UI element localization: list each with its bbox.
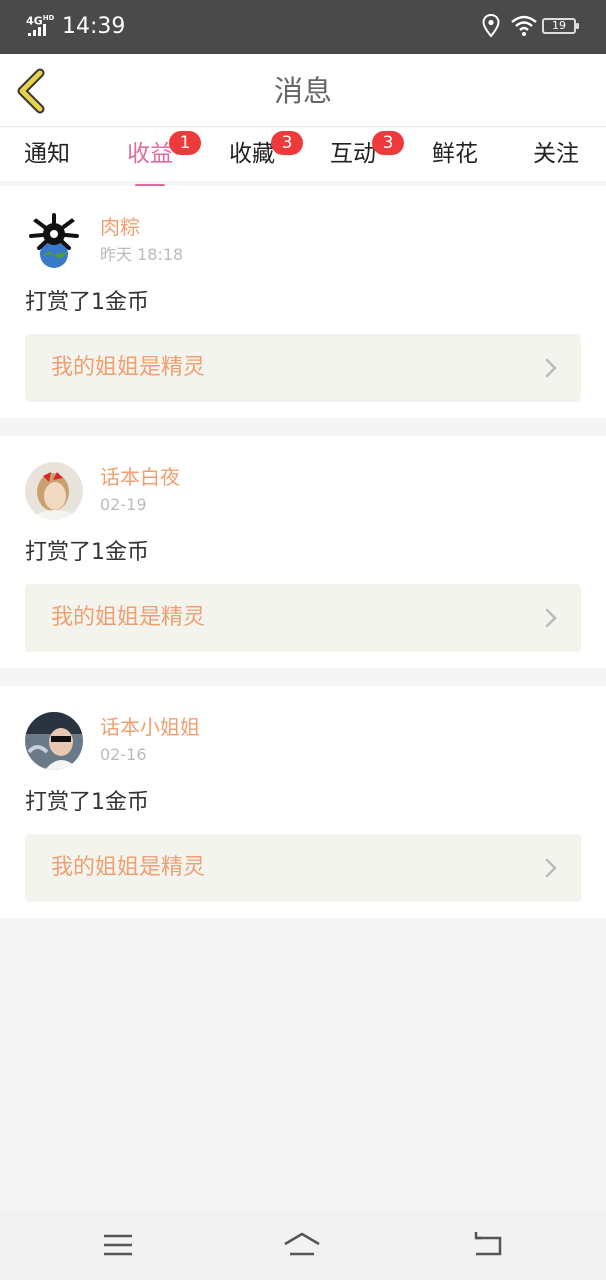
message-card: 肉粽 昨天 18:18 打赏了1金币 我的姐姐是精灵 [0,186,606,418]
system-back-button[interactable] [468,1228,508,1262]
return-icon [474,1232,502,1256]
tab-label: 收藏 [229,141,275,167]
username[interactable]: 肉粽 [100,214,140,240]
tab-label: 鲜花 [432,141,478,167]
message-time: 02-19 [100,495,147,514]
username[interactable]: 话本白夜 [100,464,180,490]
tab-label: 收益 [127,141,173,167]
tab-notifications[interactable]: 通知 [24,139,70,181]
menu-icon [104,1234,132,1256]
chevron-right-icon [545,358,557,378]
user-avatar-image [25,462,83,520]
battery-icon: 19 [542,18,579,34]
user-avatar-image [25,212,83,270]
tab-label: 通知 [24,141,70,167]
network-indicator: 4GHD [26,12,56,38]
tab-following[interactable]: 关注 [533,139,579,181]
avatar[interactable] [25,462,83,520]
book-link[interactable]: 我的姐姐是精灵 [25,334,581,402]
home-icon [284,1232,320,1256]
system-nav-bar [0,1210,606,1280]
book-title: 我的姐姐是精灵 [51,605,206,630]
tab-bar: 通知 收益 1 收藏 3 互动 3 鲜花 关注 [0,127,606,187]
user-avatar-image [25,712,83,770]
message-text: 打赏了1金币 [25,290,149,315]
avatar[interactable] [25,212,83,270]
username[interactable]: 话本小姐姐 [100,714,200,740]
battery-level: 19 [552,19,566,32]
book-title: 我的姐姐是精灵 [51,855,206,880]
network-type: 4G [26,14,43,28]
unread-badge: 3 [372,131,404,155]
message-card: 话本白夜 02-19 打赏了1金币 我的姐姐是精灵 [0,436,606,668]
clock: 14:39 [62,14,126,39]
tab-label: 互动 [330,141,376,167]
page-title: 消息 [273,74,332,108]
tab-favorites[interactable]: 收藏 3 [229,131,303,181]
tab-interactions[interactable]: 互动 3 [330,131,404,181]
menu-button[interactable] [98,1228,138,1262]
message-card: 话本小姐姐 02-16 打赏了1金币 我的姐姐是精灵 [0,686,606,918]
message-text: 打赏了1金币 [25,540,149,565]
location-icon [482,14,500,38]
book-title: 我的姐姐是精灵 [51,355,206,380]
home-button[interactable] [282,1228,322,1262]
app-header: 消息 [0,54,606,127]
status-bar: 4GHD 14:39 19 [0,0,606,54]
book-link[interactable]: 我的姐姐是精灵 [25,834,581,902]
chevron-right-icon [545,608,557,628]
chevron-right-icon [545,858,557,878]
tab-flowers[interactable]: 鲜花 [432,139,478,181]
message-time: 昨天 18:18 [100,245,184,264]
avatar[interactable] [25,712,83,770]
unread-badge: 1 [169,131,201,155]
message-time: 02-16 [100,745,147,764]
message-text: 打赏了1金币 [25,790,149,815]
tab-label: 关注 [533,141,579,167]
unread-badge: 3 [271,131,303,155]
network-suffix: HD [42,14,55,22]
wifi-icon [511,15,537,36]
book-link[interactable]: 我的姐姐是精灵 [25,584,581,652]
tab-earnings[interactable]: 收益 1 [127,131,201,187]
